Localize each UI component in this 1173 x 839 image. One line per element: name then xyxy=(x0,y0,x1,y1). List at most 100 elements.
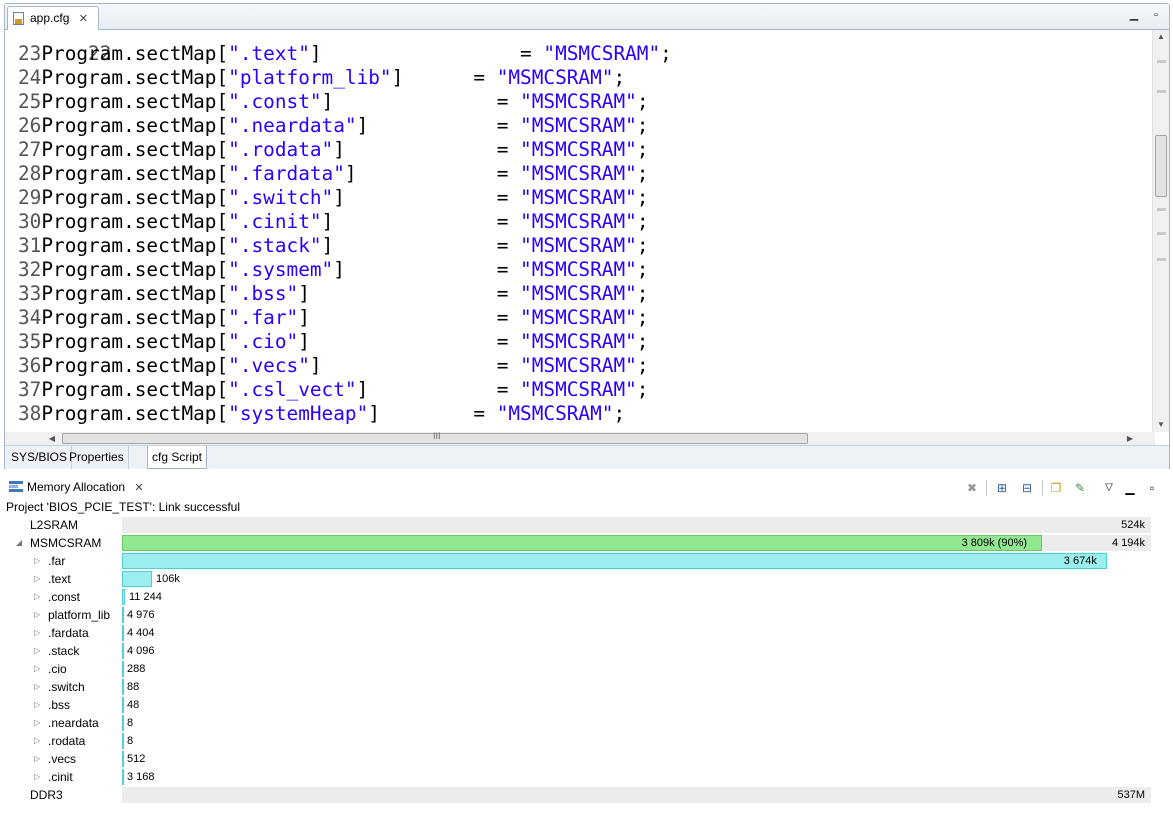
code-token-pad xyxy=(310,282,497,305)
overview-ruler-mark[interactable] xyxy=(1157,90,1166,93)
row-name: MSMCSRAM xyxy=(30,536,102,550)
memory-region-row[interactable]: L2SRAM 524k xyxy=(4,516,1151,534)
code-line[interactable]: 26Program.sectMap[".neardata"] = "MSMCSR… xyxy=(18,114,648,138)
code-token-pad xyxy=(345,186,497,209)
close-tab-icon[interactable]: ✕ xyxy=(79,8,88,30)
overview-ruler-mark[interactable] xyxy=(1157,232,1166,235)
code-line[interactable]: 27Program.sectMap[".rodata"] = "MSMCSRAM… xyxy=(18,138,648,162)
capacity-label: 524k xyxy=(1121,519,1145,531)
code-token-end: ; xyxy=(613,402,626,425)
code-line[interactable]: 38Program.sectMap["systemHeap"] = "MSMCS… xyxy=(18,402,625,426)
tree-collapsed-icon[interactable]: ▷ xyxy=(34,642,40,660)
code-token-pad xyxy=(345,258,497,281)
section-row[interactable]: ▷ .fardata 4 404 xyxy=(4,624,1151,642)
scroll-right-arrow-icon[interactable]: ▶ xyxy=(1123,432,1137,445)
memory-region-row[interactable]: DDR3 537M xyxy=(4,786,1151,804)
code-line[interactable]: 32Program.sectMap[".sysmem"] = "MSMCSRAM… xyxy=(18,258,648,282)
code-token-eq: = xyxy=(496,90,521,113)
code-line[interactable]: 25Program.sectMap[".const"] = "MSMCSRAM"… xyxy=(18,90,649,114)
section-row[interactable]: ▷ .stack 4 096 xyxy=(4,642,1151,660)
tree-collapsed-icon[interactable]: ▷ xyxy=(34,660,40,678)
tree-collapsed-icon[interactable]: ▷ xyxy=(34,750,40,768)
cfg-file-icon xyxy=(13,12,24,25)
section-row[interactable]: ▷ .text 106k xyxy=(4,570,1151,588)
pin-icon[interactable]: ✎ xyxy=(1072,480,1088,496)
code-line[interactable]: 36Program.sectMap[".vecs"] = "MSMCSRAM"; xyxy=(18,354,649,378)
code-editor[interactable]: 22 23Program.sectMap[".text"] = "MSMCSRA… xyxy=(5,30,1155,432)
tree-collapsed-icon[interactable]: ▷ xyxy=(34,768,40,786)
vertical-scroll-thumb[interactable] xyxy=(1155,135,1167,197)
code-line[interactable]: 30Program.sectMap[".cinit"] = "MSMCSRAM"… xyxy=(18,210,649,234)
code-line[interactable]: 28Program.sectMap[".fardata"] = "MSMCSRA… xyxy=(18,162,648,186)
horizontal-scrollbar[interactable]: ◀ III ▶ xyxy=(5,431,1155,445)
scroll-up-arrow-icon[interactable]: ▲ xyxy=(1153,30,1169,44)
section-row[interactable]: ▷ platform_lib 4 976 xyxy=(4,606,1151,624)
usage-bar xyxy=(122,607,124,623)
tree-collapsed-icon[interactable]: ▷ xyxy=(34,624,40,642)
code-token-num: 33 xyxy=(18,282,42,305)
section-row[interactable]: ▷ .far 3 674k xyxy=(4,552,1151,570)
minimize-icon[interactable]: ▁ xyxy=(1127,8,1141,22)
section-row[interactable]: ▷ .bss 48 xyxy=(4,696,1151,714)
new-folder-icon[interactable]: ❐ xyxy=(1048,480,1064,496)
remove-icon[interactable]: ✖ xyxy=(964,480,980,496)
tree-collapsed-icon[interactable]: ▷ xyxy=(34,570,40,588)
tab-cfg-script[interactable]: cfg Script xyxy=(147,446,208,469)
code-token-value: "MSMCSRAM" xyxy=(520,186,637,209)
code-line[interactable]: 23Program.sectMap[".text"] = "MSMCSRAM"; xyxy=(18,42,672,66)
editor-tab-app-cfg[interactable]: app.cfg ✕ xyxy=(7,6,99,30)
section-row[interactable]: ▷ .cinit 3 168 xyxy=(4,768,1151,786)
tree-collapsed-icon[interactable]: ▷ xyxy=(34,606,40,624)
scroll-down-arrow-icon[interactable]: ▼ xyxy=(1153,418,1169,432)
code-line[interactable]: 37Program.sectMap[".csl_vect"] = "MSMCSR… xyxy=(18,378,648,402)
tree-collapsed-icon[interactable]: ▷ xyxy=(34,696,40,714)
overview-ruler-mark[interactable] xyxy=(1157,258,1166,261)
tree-collapsed-icon[interactable]: ▷ xyxy=(34,552,40,570)
code-token-value: "MSMCSRAM" xyxy=(520,258,637,281)
tab-properties[interactable]: Properties xyxy=(65,446,129,469)
code-token-num: 38 xyxy=(18,402,42,425)
tree-expanded-icon[interactable]: ◢ xyxy=(16,534,22,552)
code-line[interactable]: 35Program.sectMap[".cio"] = "MSMCSRAM"; xyxy=(18,330,648,354)
section-row[interactable]: ▷ .const 11 244 xyxy=(4,588,1151,606)
collapse-all-icon[interactable]: ⊟ xyxy=(1019,480,1035,496)
code-line[interactable]: 31Program.sectMap[".stack"] = "MSMCSRAM"… xyxy=(18,234,649,258)
overview-ruler-mark[interactable] xyxy=(1157,208,1166,211)
vertical-scrollbar[interactable]: ▲ ▼ xyxy=(1152,30,1169,432)
tab-sys-bios[interactable]: SYS/BIOS xyxy=(7,446,73,469)
tab-memory-allocation[interactable]: Memory Allocation ✕ xyxy=(6,478,144,497)
section-row[interactable]: ▷ .rodata 8 xyxy=(4,732,1151,750)
overview-ruler-mark[interactable] xyxy=(1157,60,1166,63)
maximize-icon[interactable]: ▫ xyxy=(1149,8,1163,22)
tree-collapsed-icon[interactable]: ▷ xyxy=(34,588,40,606)
tree-collapsed-icon[interactable]: ▷ xyxy=(34,732,40,750)
close-view-icon[interactable]: ✕ xyxy=(134,482,143,494)
code-token-value: "MSMCSRAM" xyxy=(520,354,637,377)
capacity-label: 4 194k xyxy=(1111,537,1145,549)
scroll-left-arrow-icon[interactable]: ◀ xyxy=(45,432,59,445)
section-row[interactable]: ▷ .neardata 8 xyxy=(4,714,1151,732)
code-line[interactable]: 34Program.sectMap[".far"] = "MSMCSRAM"; xyxy=(18,306,648,330)
code-token-pad xyxy=(310,330,497,353)
expand-all-icon[interactable]: ⊞ xyxy=(994,480,1010,496)
code-token-prefix: Program.sectMap[ xyxy=(41,162,229,185)
code-token-prefix: Program.sectMap[ xyxy=(41,354,229,377)
tree-collapsed-icon[interactable]: ▷ xyxy=(34,714,40,732)
code-token-pad xyxy=(403,66,473,89)
code-line[interactable]: 29Program.sectMap[".switch"] = "MSMCSRAM… xyxy=(18,186,648,210)
view-menu-chevron-down-icon[interactable]: ▽ xyxy=(1101,480,1117,496)
code-token-end: ; xyxy=(636,306,649,329)
section-row[interactable]: ▷ .vecs 512 xyxy=(4,750,1151,768)
horizontal-scroll-thumb[interactable]: III xyxy=(62,431,808,444)
tree-collapsed-icon[interactable]: ▷ xyxy=(34,678,40,696)
code-token-pad xyxy=(368,378,496,401)
section-row[interactable]: ▷ .cio 288 xyxy=(4,660,1151,678)
code-token-end: ; xyxy=(636,378,649,401)
code-line[interactable]: 24Program.sectMap["platform_lib"] = "MSM… xyxy=(18,66,625,90)
minimize-icon[interactable]: ▁ xyxy=(1122,480,1138,496)
section-row[interactable]: ▷ .switch 88 xyxy=(4,678,1151,696)
code-token-pad xyxy=(322,354,497,377)
maximize-icon[interactable]: ▫ xyxy=(1144,480,1160,496)
memory-region-row[interactable]: ◢ MSMCSRAM 3 809k (90%) 4 194k xyxy=(4,534,1151,552)
code-line[interactable]: 33Program.sectMap[".bss"] = "MSMCSRAM"; xyxy=(18,282,648,306)
